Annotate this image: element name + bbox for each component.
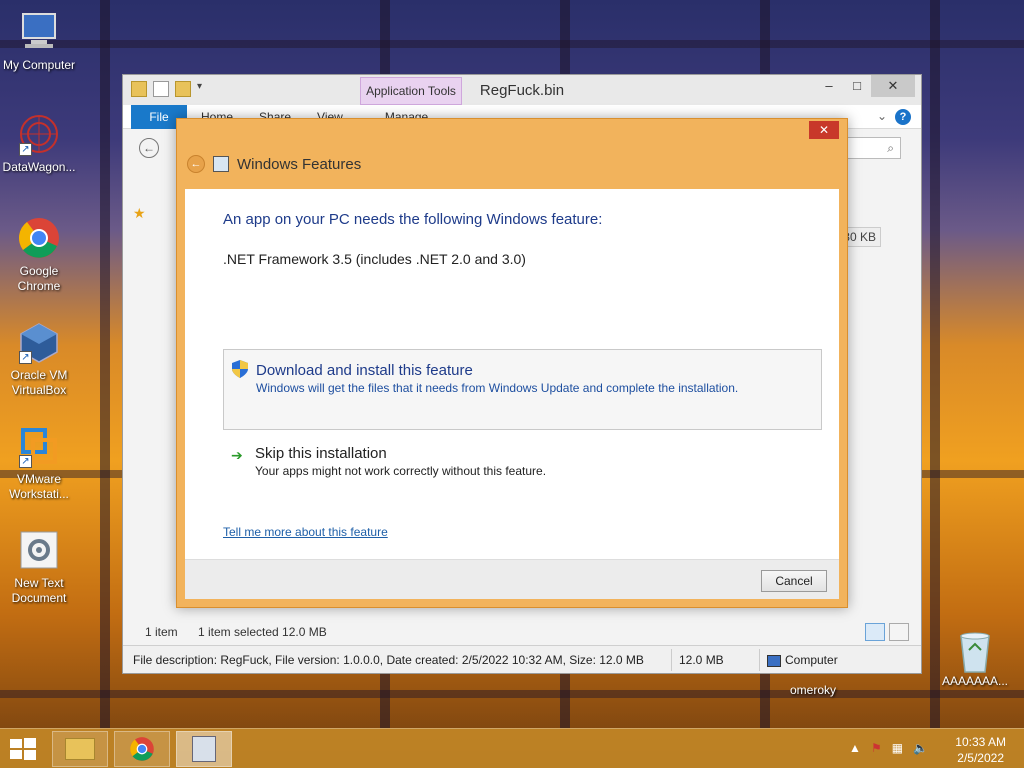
clock-date: 2/5/2022 <box>957 751 1004 765</box>
selection-info: 1 item selected 12.0 MB <box>198 625 327 639</box>
volume-muted-icon[interactable]: 🔈 <box>913 741 928 755</box>
desktop-icon-label: Oracle VM VirtualBox <box>10 368 68 397</box>
desktop-icon-datawagon[interactable]: ↗ DataWagon... <box>0 112 78 175</box>
system-tray: ▲ ⚑ ▦ 🔈 <box>849 741 928 755</box>
minimize-button[interactable]: – <box>815 75 843 97</box>
desktop-icon-label: DataWagon... <box>2 160 76 174</box>
start-button[interactable] <box>8 737 38 761</box>
back-button[interactable]: ← <box>139 138 159 158</box>
user-folder-label[interactable]: omeroky <box>790 683 836 697</box>
details-bar: File description: RegFuck, File version:… <box>123 645 921 673</box>
clock-time: 10:33 AM <box>955 735 1006 749</box>
uac-shield-icon <box>232 360 248 378</box>
datawagon-icon: ↗ <box>17 112 61 156</box>
download-option-title: Download and install this feature <box>256 362 473 379</box>
file-size: 12.0 MB <box>679 653 724 667</box>
virtualbox-icon: ↗ <box>17 320 61 364</box>
desktop-icon-label: New Text Document <box>11 576 67 605</box>
desktop-icon-label: VMware Workstati... <box>9 472 69 501</box>
window-controls: – □ ✕ <box>815 75 915 97</box>
help-icon[interactable]: ? <box>895 109 911 125</box>
maximize-button[interactable]: □ <box>843 75 871 97</box>
download-option-subtitle: Windows will get the files that it needs… <box>256 381 739 395</box>
gear-document-icon <box>17 528 61 572</box>
recycle-bin-label: AAAAAAA... <box>941 674 1009 688</box>
skip-option-title: Skip this installation <box>255 445 387 462</box>
chrome-icon <box>17 216 61 260</box>
file-description: File description: RegFuck, File version:… <box>133 653 644 667</box>
show-hidden-icons-icon[interactable]: ▲ <box>849 741 861 755</box>
back-arrow-icon[interactable]: ← <box>187 155 205 173</box>
taskbar-chrome[interactable] <box>114 731 170 767</box>
desktop-icon-chrome[interactable]: Google Chrome <box>0 216 78 294</box>
shortcut-arrow-icon: ↗ <box>19 351 32 364</box>
ribbon-expand-icon[interactable]: ⌄ <box>877 109 887 123</box>
cancel-button[interactable]: Cancel <box>761 570 827 592</box>
green-arrow-icon: ➔ <box>231 447 243 463</box>
search-box[interactable]: ⌕ <box>841 137 901 159</box>
desktop-icon-vmware[interactable]: ↗ VMware Workstati... <box>0 424 78 502</box>
status-bar: 1 item 1 item selected 12.0 MB <box>123 623 921 643</box>
windows-features-icon <box>213 156 229 172</box>
desktop-icon-my-computer[interactable]: My Computer <box>0 10 78 73</box>
taskbar-file-explorer[interactable] <box>52 731 108 767</box>
details-view-icon[interactable] <box>865 623 885 641</box>
clock[interactable]: 10:33 AM 2/5/2022 <box>955 734 1006 766</box>
action-center-flag-icon[interactable]: ⚑ <box>871 741 882 755</box>
shortcut-arrow-icon: ↗ <box>19 455 32 468</box>
folder-icon <box>65 738 95 760</box>
feature-name: .NET Framework 3.5 (includes .NET 2.0 an… <box>223 251 526 267</box>
dialog-body: An app on your PC needs the following Wi… <box>185 189 839 559</box>
dialog-close-button[interactable]: ✕ <box>809 121 839 139</box>
window-title: RegFuck.bin <box>479 82 565 99</box>
large-icons-view-icon[interactable] <box>889 623 909 641</box>
tell-me-more-link[interactable]: Tell me more about this feature <box>223 525 388 539</box>
dialog-footer: Cancel <box>185 559 839 599</box>
windows-features-icon <box>192 736 216 762</box>
desktop-icon-label: Google Chrome <box>17 264 61 293</box>
item-count: 1 item <box>145 625 178 639</box>
computer-icon <box>767 654 781 667</box>
location-computer: Computer <box>767 653 838 667</box>
dialog-header: ← Windows Features <box>187 155 361 173</box>
explorer-titlebar[interactable]: ▾ Application Tools RegFuck.bin – □ ✕ <box>123 75 921 105</box>
desktop-icon-recycle-bin[interactable]: AAAAAAA... <box>940 630 1010 688</box>
taskbar: ▲ ⚑ ▦ 🔈 10:33 AM 2/5/2022 <box>0 728 1024 768</box>
location-label: Computer <box>785 653 838 667</box>
network-icon[interactable]: ▦ <box>892 741 903 755</box>
close-button[interactable]: ✕ <box>871 75 915 97</box>
taskbar-windows-features[interactable] <box>176 731 232 767</box>
dialog-title: Windows Features <box>237 155 362 173</box>
recycle-bin-icon <box>960 632 990 673</box>
desktop-icon-new-text-document[interactable]: New Text Document <box>0 528 78 606</box>
desktop-icon-label: My Computer <box>2 58 76 72</box>
view-switcher <box>865 623 909 641</box>
search-icon: ⌕ <box>887 141 894 155</box>
skip-installation-option[interactable]: Skip this installation Your apps might n… <box>255 445 546 478</box>
desktop-icon-virtualbox[interactable]: ↗ Oracle VM VirtualBox <box>0 320 78 398</box>
shortcut-arrow-icon: ↗ <box>19 143 32 156</box>
computer-icon <box>17 10 61 54</box>
divider <box>759 649 760 671</box>
chrome-icon <box>130 737 154 761</box>
divider <box>671 649 672 671</box>
download-install-option[interactable]: Download and install this feature Window… <box>223 349 822 430</box>
windows-features-dialog: ✕ ← Windows Features An app on your PC n… <box>176 118 848 608</box>
intro-text: An app on your PC needs the following Wi… <box>223 211 603 228</box>
skip-option-subtitle: Your apps might not work correctly witho… <box>255 464 547 478</box>
vmware-icon: ↗ <box>17 424 61 468</box>
